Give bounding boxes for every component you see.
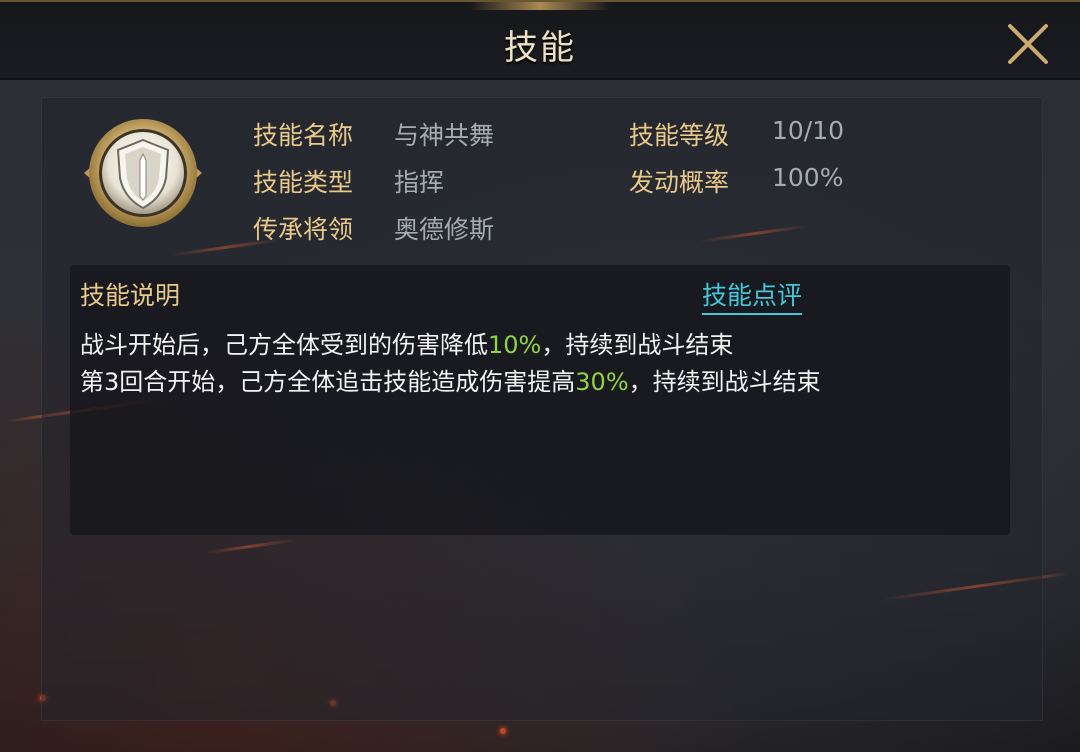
trigger-rate-value: 100% — [772, 163, 844, 192]
description-box — [70, 265, 1010, 535]
skill-name-value: 与神共舞 — [394, 121, 495, 150]
skill-icon-frame — [82, 116, 204, 230]
ember-particle — [500, 728, 506, 734]
page-title: 技能 — [504, 28, 576, 68]
trigger-rate-label: 发动概率 — [629, 168, 730, 197]
description-title: 技能说明 — [80, 281, 181, 310]
skill-type-value: 指挥 — [394, 168, 445, 197]
description-line-1: 战斗开始后，己方全体受到的伤害降低10%，持续到战斗结束 — [80, 325, 733, 360]
description-text: 战斗开始后，己方全体受到的伤害降低 — [80, 331, 488, 359]
skill-type-label: 技能类型 — [253, 168, 354, 197]
skill-review-link[interactable]: 技能点评 — [702, 276, 803, 315]
highlight-value: 10% — [488, 331, 542, 359]
title-bar: 技能 — [0, 0, 1080, 78]
shield-icon — [84, 119, 202, 227]
skill-level-value: 10/10 — [772, 116, 845, 145]
description-text: ，持续到战斗结束 — [628, 368, 821, 396]
close-icon — [1008, 24, 1048, 64]
skill-heir-value: 奥德修斯 — [394, 215, 495, 244]
highlight-value: 30% — [575, 368, 629, 396]
skill-heir-label: 传承将领 — [253, 215, 354, 244]
header-ornament — [470, 2, 610, 10]
description-text: ，持续到战斗结束 — [541, 331, 734, 359]
skill-level-label: 技能等级 — [629, 121, 730, 150]
skill-name-label: 技能名称 — [253, 121, 354, 150]
description-text: 第3回合开始，己方全体追击技能造成伤害提高 — [80, 368, 576, 396]
description-line-2: 第3回合开始，己方全体追击技能造成伤害提高30%，持续到战斗结束 — [80, 362, 821, 397]
close-button[interactable] — [1004, 22, 1052, 66]
